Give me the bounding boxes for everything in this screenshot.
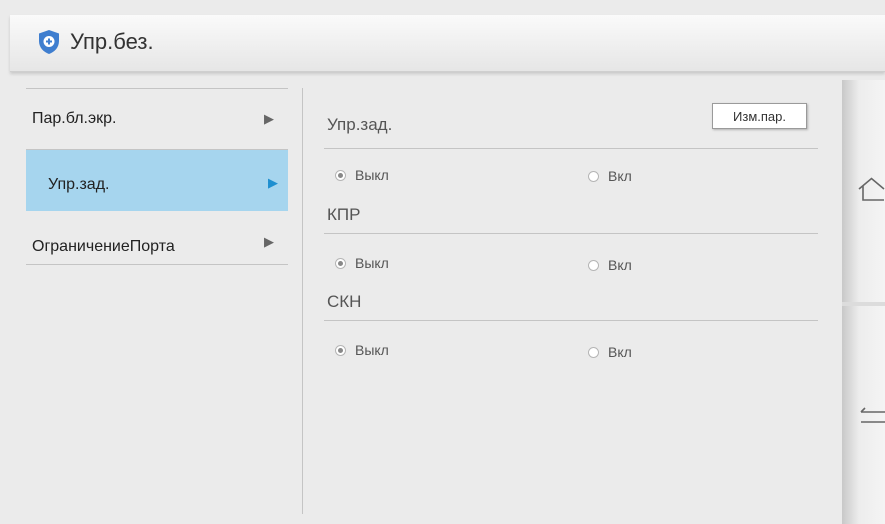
menu-item-label: ОграничениеПорта [32, 238, 175, 255]
menu-item-label: Упр.зад. [48, 176, 110, 193]
radio-unselected-icon [588, 346, 599, 358]
radio-label: Выкл [355, 342, 389, 358]
radio-label: Вкл [608, 168, 632, 184]
screen: Упр.без. Пар.бл.экр. ▶ Упр.зад. ▶ Ограни… [0, 0, 885, 524]
radio-on[interactable]: Вкл [588, 344, 632, 360]
group-title: СКН [327, 292, 362, 311]
back-button[interactable] [842, 306, 885, 524]
panel-divider [302, 88, 303, 514]
radio-off[interactable]: Выкл [335, 342, 389, 358]
home-icon [858, 177, 885, 201]
title-bar: Упр.без. [10, 15, 885, 72]
radio-off[interactable]: Выкл [335, 255, 389, 271]
home-button[interactable] [842, 80, 885, 302]
radio-selected-icon [335, 344, 346, 356]
radio-on[interactable]: Вкл [588, 168, 632, 184]
menu-item-job-management[interactable]: Упр.зад. ▶ [26, 150, 288, 211]
radio-off[interactable]: Выкл [335, 167, 389, 183]
radio-selected-icon [335, 169, 346, 181]
group-title: КПР [327, 205, 361, 224]
radio-label: Выкл [355, 255, 389, 271]
right-nav-bar [842, 80, 885, 524]
radio-label: Вкл [608, 344, 632, 360]
menu-divider [26, 264, 288, 265]
menu-item-label: Пар.бл.экр. [32, 110, 117, 127]
radio-selected-icon [335, 257, 346, 269]
menu-item-port-restriction[interactable]: ОграничениеПорта ▶ [16, 226, 288, 262]
arrow-right-icon: ▶ [264, 111, 274, 126]
arrow-right-icon: ▶ [268, 175, 278, 190]
radio-label: Вкл [608, 257, 632, 273]
menu-panel [10, 80, 300, 524]
menu-item-screen-lock[interactable]: Пар.бл.экр. ▶ [16, 98, 288, 142]
section-divider [324, 320, 818, 321]
section-divider [324, 233, 818, 234]
section-divider [324, 148, 818, 149]
radio-unselected-icon [588, 259, 599, 271]
edit-settings-button[interactable]: Изм.пар. [712, 103, 807, 129]
page-title: Упр.без. [70, 29, 154, 54]
radio-label: Выкл [355, 167, 389, 183]
menu-divider [26, 88, 288, 89]
back-icon [860, 407, 885, 423]
arrow-right-icon: ▶ [264, 234, 274, 249]
section-title: Упр.зад. [327, 115, 393, 134]
radio-unselected-icon [588, 170, 599, 182]
radio-on[interactable]: Вкл [588, 257, 632, 273]
shield-plus-icon [39, 30, 59, 54]
